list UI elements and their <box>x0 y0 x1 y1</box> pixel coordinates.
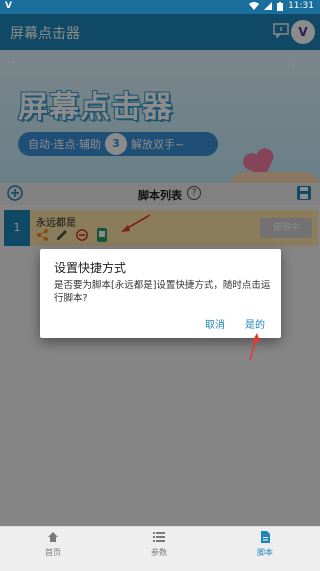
nav-scripts-label: 脚本 <box>257 548 273 557</box>
status-badge: V <box>5 1 12 11</box>
cancel-button[interactable]: 取消 <box>205 316 225 331</box>
nav-home[interactable]: 首页 <box>0 531 106 558</box>
wifi-icon <box>249 2 260 10</box>
clock: 11:31 <box>288 1 314 11</box>
battery-icon <box>277 1 284 11</box>
list-icon <box>153 532 165 542</box>
nav-params-label: 参数 <box>151 548 167 557</box>
status-bar: V 11:31 <box>0 0 320 14</box>
nav-home-label: 首页 <box>45 548 61 557</box>
annotation-arrow-icon <box>249 333 260 361</box>
signal-icon <box>264 2 273 10</box>
bottom-nav: 首页 参数 脚本 <box>0 526 320 571</box>
dialog-message: 是否要为脚本[永远都是]设置快捷方式，随时点击运行脚本? <box>54 280 271 304</box>
confirm-button[interactable]: 是的 <box>245 316 265 331</box>
document-icon <box>261 531 270 543</box>
nav-params[interactable]: 参数 <box>106 531 212 558</box>
dialog-title: 设置快捷方式 <box>54 261 127 275</box>
home-icon <box>48 532 58 542</box>
nav-scripts[interactable]: 脚本 <box>212 531 318 558</box>
shortcut-dialog: 设置快捷方式 是否要为脚本[永远都是]设置快捷方式，随时点击运行脚本? 取消 是… <box>40 249 281 338</box>
status-icons: 11:31 <box>249 1 314 11</box>
